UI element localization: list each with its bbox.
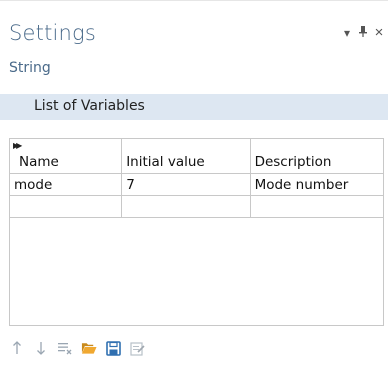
window-controls: ▾ ×	[342, 24, 384, 41]
cell-name[interactable]	[10, 195, 123, 218]
pin-icon[interactable]	[358, 25, 368, 40]
delete-icon[interactable]	[57, 340, 73, 356]
move-down-icon[interactable]	[33, 340, 49, 356]
load-from-file-icon[interactable]	[81, 340, 97, 356]
column-header-initial-value[interactable]: Initial value	[121, 139, 251, 174]
table-toolbar	[9, 340, 145, 356]
edit-icon[interactable]	[129, 340, 145, 356]
cell-name[interactable]: mode	[10, 173, 123, 196]
variables-table: ▶▶ Name Initial value Description mode 7…	[9, 138, 384, 326]
dropdown-menu-icon[interactable]: ▾	[342, 26, 352, 40]
cell-description[interactable]: Mode number	[249, 173, 383, 196]
panel-title: Settings	[9, 21, 97, 45]
column-header-description[interactable]: Description	[249, 139, 383, 174]
section-header-list-of-variables[interactable]: List of Variables	[0, 94, 388, 120]
cell-initial-value[interactable]: 7	[121, 173, 251, 196]
table-row-empty[interactable]	[10, 195, 383, 218]
move-up-icon[interactable]	[9, 340, 25, 356]
top-border	[0, 0, 388, 1]
close-icon[interactable]: ×	[374, 24, 384, 41]
cell-initial-value[interactable]	[121, 195, 251, 218]
column-header-name[interactable]: ▶▶ Name	[10, 139, 123, 174]
section-label: List of Variables	[34, 98, 145, 114]
cell-description[interactable]	[249, 195, 383, 218]
save-to-file-icon[interactable]	[105, 340, 121, 356]
expand-columns-icon[interactable]: ▶▶	[13, 141, 22, 150]
panel-subtitle: String	[9, 60, 51, 76]
table-row[interactable]: mode 7 Mode number	[10, 173, 383, 196]
column-header-label: Name	[19, 154, 59, 170]
table-header-row: ▶▶ Name Initial value Description	[10, 139, 383, 174]
